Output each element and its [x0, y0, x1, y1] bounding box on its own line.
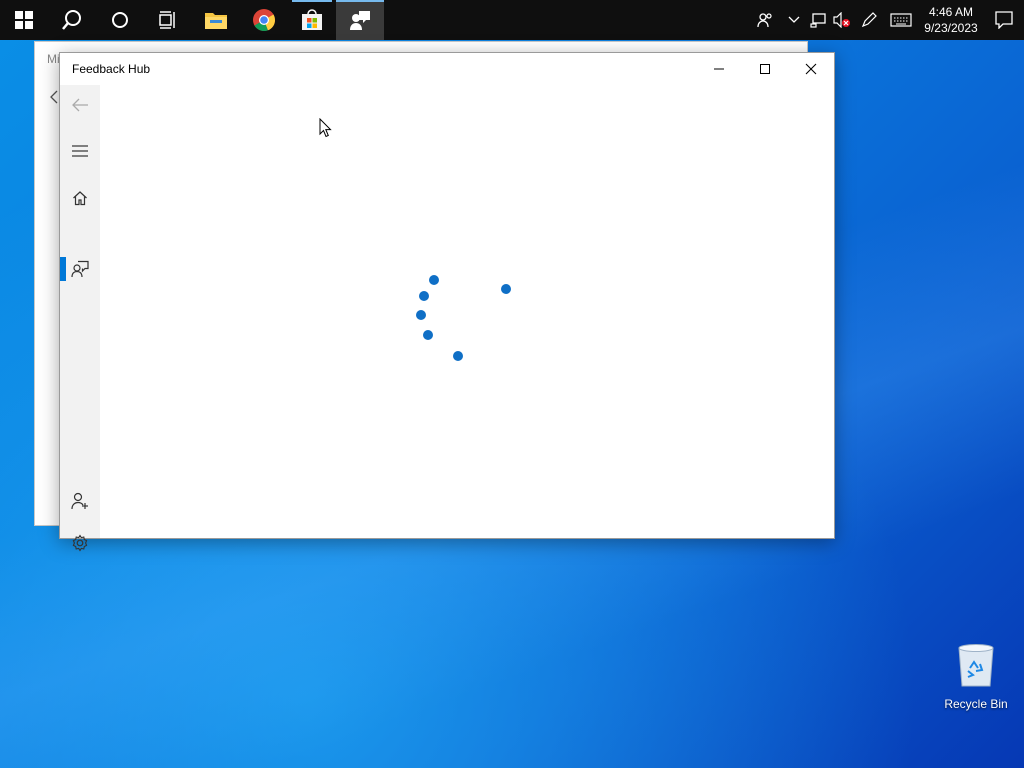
pen-workspace-button[interactable]	[854, 0, 884, 40]
chevron-up-icon	[788, 16, 800, 23]
minimize-button[interactable]	[696, 53, 742, 85]
minimize-icon	[714, 68, 724, 70]
system-tray: 4:46 AM 9/23/2023	[748, 0, 1024, 40]
mouse-cursor-icon	[319, 118, 332, 138]
cortana-icon	[112, 12, 128, 28]
back-arrow-icon	[72, 98, 88, 112]
start-icon	[15, 11, 33, 29]
spinner-dot	[453, 351, 463, 361]
show-hidden-icons-button[interactable]	[782, 0, 806, 40]
taskbar: 4:46 AM 9/23/2023	[0, 0, 1024, 40]
feedback-hub-button[interactable]	[336, 0, 384, 40]
background-window-title: Mi	[47, 52, 60, 66]
close-icon	[805, 63, 817, 75]
back-button[interactable]	[60, 85, 100, 125]
window-title: Feedback Hub	[72, 62, 151, 76]
task-view-button[interactable]	[144, 0, 192, 40]
chrome-icon	[253, 9, 276, 32]
spinner-dot	[501, 284, 511, 294]
action-center-button[interactable]	[984, 0, 1024, 40]
maximize-icon	[760, 64, 770, 74]
people-button[interactable]	[748, 0, 782, 40]
notification-icon	[995, 11, 1013, 29]
store-icon	[302, 9, 322, 30]
spinner-dot	[416, 310, 426, 320]
keyboard-icon	[890, 13, 912, 27]
feedback-icon	[71, 260, 89, 278]
volume-button[interactable]	[830, 0, 854, 40]
recycle-bin-label: Recycle Bin	[944, 697, 1008, 711]
maximize-button[interactable]	[742, 53, 788, 85]
nav-feedback[interactable]	[60, 249, 100, 289]
spinner-dot	[419, 291, 429, 301]
close-button[interactable]	[788, 53, 834, 85]
home-icon	[73, 191, 87, 206]
volume-muted-icon	[833, 12, 850, 28]
settings-button[interactable]	[60, 523, 100, 563]
search-icon	[62, 10, 81, 30]
add-account-button[interactable]	[60, 481, 100, 521]
feedback-hub-icon	[350, 11, 370, 30]
title-bar[interactable]: Feedback Hub	[60, 53, 834, 85]
task-view-icon	[159, 11, 175, 29]
cortana-button[interactable]	[96, 0, 144, 40]
feedback-hub-window: Feedback Hub	[59, 52, 835, 552]
store-button[interactable]	[288, 0, 336, 40]
clock-date: 9/23/2023	[924, 21, 978, 35]
settings-icon	[72, 534, 88, 552]
nav-home[interactable]	[60, 178, 100, 218]
touch-keyboard-button[interactable]	[884, 0, 918, 40]
network-icon	[810, 13, 826, 28]
network-button[interactable]	[806, 0, 830, 40]
file-explorer-icon	[205, 13, 227, 29]
file-explorer-button[interactable]	[192, 0, 240, 40]
hamburger-menu-button[interactable]	[60, 131, 100, 171]
clock[interactable]: 4:46 AM 9/23/2023	[918, 0, 984, 40]
menu-icon	[72, 145, 88, 157]
spinner-dot	[429, 275, 439, 285]
spinner-dot	[423, 330, 433, 340]
clock-time: 4:46 AM	[928, 5, 974, 19]
people-icon	[757, 13, 772, 28]
chrome-button[interactable]	[240, 0, 288, 40]
add-user-icon	[71, 492, 88, 510]
recycle-bin-icon	[958, 644, 994, 687]
recycle-bin[interactable]: Recycle Bin	[940, 642, 1012, 712]
search-button[interactable]	[48, 0, 96, 40]
start-button[interactable]	[0, 0, 48, 40]
pen-icon	[861, 12, 877, 28]
navigation-sidebar	[60, 85, 100, 552]
